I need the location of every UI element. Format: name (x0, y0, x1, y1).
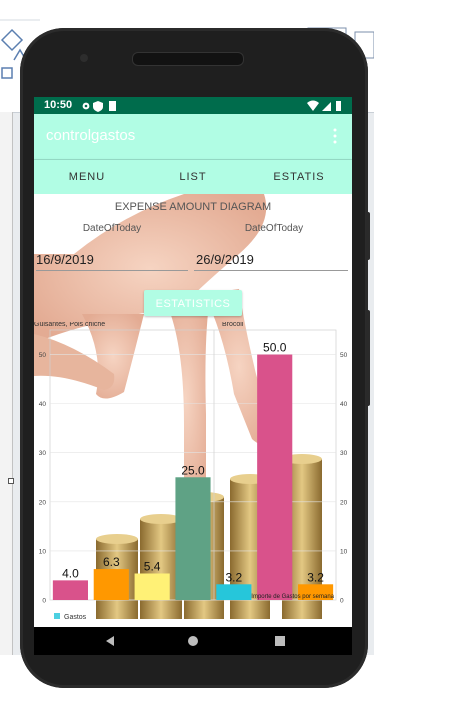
earpiece-speaker (132, 52, 244, 66)
battery-icon (336, 101, 341, 111)
date-from-caption: DateOfToday (82, 223, 142, 234)
y-tick-label: 50 (340, 352, 348, 359)
bar (93, 569, 129, 600)
y-tick-label: 20 (39, 499, 47, 506)
data-label: 3.2 (226, 570, 243, 584)
tab-list[interactable]: LIST (140, 160, 246, 195)
chart-description: Importe de Gastos por semana (251, 594, 334, 600)
front-camera (80, 54, 88, 62)
bar (175, 477, 211, 600)
status-icons (82, 101, 116, 112)
wifi-icon (307, 100, 319, 111)
app-bar: controlgastos (34, 114, 352, 159)
recents-square-icon (275, 636, 285, 646)
date-to-caption: DateOfToday (244, 223, 304, 234)
data-label: 5.4 (144, 559, 161, 573)
estatistics-button[interactable]: ESTATISTICS (144, 290, 242, 316)
data-label: 3.2 (307, 570, 324, 584)
tab-list-label: LIST (179, 171, 207, 183)
category-label: Brocoli (222, 322, 244, 328)
resize-handle[interactable] (8, 478, 14, 484)
left-gutter (0, 112, 13, 655)
y-tick-label: 0 (340, 598, 344, 605)
content-area: EXPENSE AMOUNT DIAGRAM DateOfToday DateO… (34, 194, 352, 627)
y-tick-label: 30 (39, 450, 47, 457)
date-to-field[interactable]: 26/9/2019 (194, 250, 348, 271)
status-bar: 10:50 (34, 97, 352, 114)
y-tick-label: 10 (39, 548, 47, 555)
y-tick-label: 0 (42, 598, 46, 605)
app-title: controlgastos (46, 127, 136, 144)
y-tick-label: 10 (340, 548, 348, 555)
bar (52, 580, 88, 600)
power-button[interactable] (366, 212, 370, 260)
date-from-field[interactable]: 16/9/2019 (36, 250, 188, 271)
diagram-title: EXPENSE AMOUNT DIAGRAM (114, 201, 272, 213)
data-label: 50.0 (263, 341, 287, 355)
gear-icon (82, 102, 90, 110)
tab-estatis[interactable]: ESTATIS (246, 160, 352, 195)
tab-estatis-label: ESTATIS (273, 171, 325, 183)
bar (134, 573, 170, 600)
status-right-icons (307, 100, 341, 111)
data-label: 6.3 (103, 555, 120, 569)
legend-swatch (54, 613, 60, 619)
signal-icon (322, 102, 331, 111)
sd-card-icon (109, 101, 116, 111)
data-label: 4.0 (62, 566, 79, 580)
tab-menu-label: MENU (68, 171, 106, 183)
back-triangle-icon (106, 636, 114, 646)
status-time: 10:50 (44, 99, 73, 111)
data-label: 25.0 (181, 463, 205, 477)
y-tick-label: 40 (39, 401, 47, 408)
shield-icon (93, 101, 103, 112)
navigation-bar (34, 627, 352, 655)
volume-rocker[interactable] (366, 310, 370, 406)
y-tick-label: 30 (340, 450, 348, 457)
bar (257, 354, 293, 600)
y-tick-label: 20 (340, 499, 348, 506)
legend-label: Gastos (64, 614, 87, 621)
tab-menu[interactable]: MENU (34, 160, 140, 195)
phone-screen: 10:50 controlgastos MENU LIST ESTATIS EX… (34, 97, 352, 655)
home-circle-icon (188, 636, 198, 646)
date-to-value: 26/9/2019 (196, 252, 254, 267)
bar (216, 584, 252, 600)
overflow-menu-icon[interactable] (330, 126, 340, 148)
expense-bar-chart: Guisantes, Pois chiche Brocoli 0 0 10 10 20 20 3… (34, 322, 348, 621)
estatistics-button-label: ESTATISTICS (155, 298, 231, 310)
date-from-value: 16/9/2019 (36, 252, 94, 267)
tab-bar: MENU LIST ESTATIS (34, 159, 352, 195)
category-label: Guisantes, Pois chiche (34, 322, 105, 328)
y-tick-label: 50 (39, 352, 47, 359)
y-tick-label: 40 (340, 401, 348, 408)
